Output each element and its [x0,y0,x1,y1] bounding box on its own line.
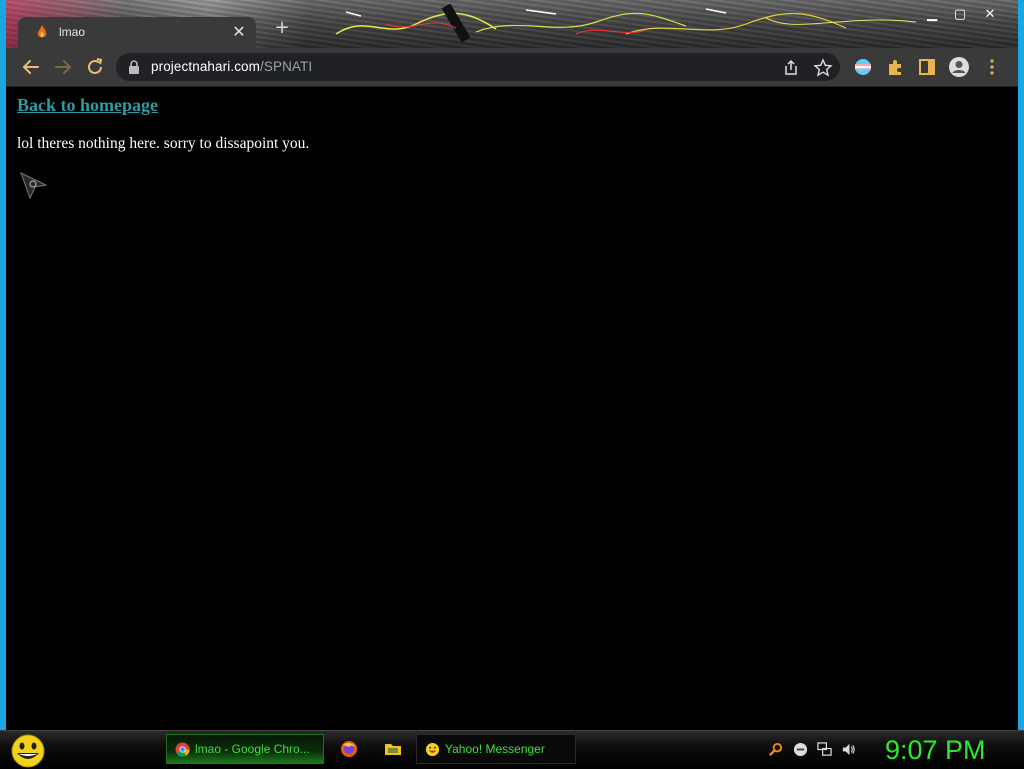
flame-icon [37,25,47,38]
search-icon[interactable] [768,742,783,757]
more-menu-icon[interactable] [982,57,1002,77]
chrome-icon [175,742,190,757]
extensions-puzzle-icon[interactable] [885,57,905,77]
title-bar[interactable]: lmao ✕ + ▁ ▢ ✕ [6,0,1018,48]
tab-close-icon[interactable]: ✕ [230,23,248,41]
back-arrow-icon[interactable] [20,56,42,78]
profile-avatar-icon[interactable] [948,56,970,78]
share-icon[interactable] [781,58,801,78]
taskbar-item-yahoo[interactable]: Yahoo! Messenger [416,734,576,764]
start-smiley-icon[interactable] [8,733,48,769]
cursor-arrow-icon [20,172,48,200]
minus-circle-icon[interactable] [793,742,808,757]
side-panel-icon[interactable] [917,57,937,77]
minimize-icon[interactable]: ▁ [918,6,946,24]
tab-lmao[interactable]: lmao ✕ [18,17,256,48]
bookmark-star-icon[interactable] [813,58,833,78]
flag-icon[interactable] [853,57,873,77]
taskbar-item-label: lmao - Google Chro... [195,742,310,756]
yahoo-smiley-icon [425,742,440,757]
taskbar-item-chrome[interactable]: lmao - Google Chro... [166,734,324,764]
page-message: lol theres nothing here. sorry to dissap… [17,135,310,152]
taskbar-clock[interactable]: 9:07 PM [885,734,986,766]
back-to-homepage-link[interactable]: Back to homepage [17,95,158,116]
folder-icon[interactable] [384,740,402,758]
forward-arrow-icon[interactable] [52,56,74,78]
tab-title: lmao [59,25,86,39]
firefox-icon[interactable] [340,740,358,758]
browser-window: lmao ✕ + ▁ ▢ ✕ projectnahari.com/SPNATI [6,0,1018,730]
reload-icon[interactable] [84,56,106,78]
taskbar-item-label: Yahoo! Messenger [445,742,545,756]
url-domain: projectnahari.com [151,59,261,74]
close-icon[interactable]: ✕ [976,6,1004,24]
maximize-icon[interactable]: ▢ [946,6,974,24]
url-path: /SPNATI [260,59,313,74]
page-content: Back to homepage lol theres nothing here… [6,87,1018,730]
network-icon[interactable] [817,742,832,757]
address-bar[interactable]: projectnahari.com/SPNATI [116,53,840,81]
browser-toolbar: projectnahari.com/SPNATI [6,48,1018,87]
lock-icon[interactable] [128,60,140,74]
taskbar: lmao - Google Chro... Yahoo! Messenger 9… [0,730,1024,769]
new-tab-plus-icon[interactable]: + [272,18,292,38]
graffiti-background [335,4,917,42]
volume-icon[interactable] [841,742,856,757]
url-text[interactable]: projectnahari.com/SPNATI [151,59,312,74]
